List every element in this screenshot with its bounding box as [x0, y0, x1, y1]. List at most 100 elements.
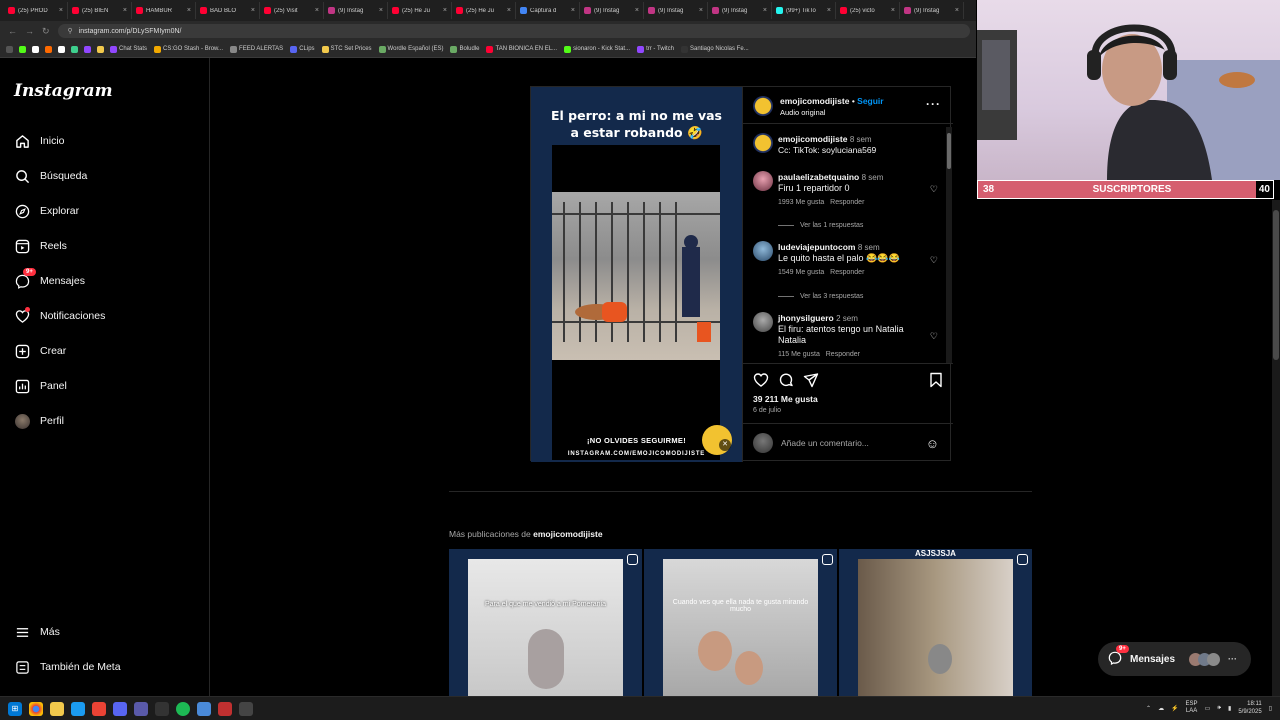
tray-icon[interactable]: ☁ — [1158, 705, 1164, 712]
messages-pill[interactable]: 9+ Mensajes ··· — [1098, 642, 1251, 676]
post-media[interactable]: El perro: a mi no me vas a estar robando… — [531, 87, 742, 462]
browser-tab[interactable]: (9) Instag × — [580, 2, 644, 19]
scrollbar-thumb[interactable] — [1273, 210, 1279, 360]
browser-tab[interactable]: (25) He Ju × — [388, 2, 452, 19]
close-icon[interactable]: × — [571, 7, 575, 14]
bookmark-icon[interactable] — [71, 45, 78, 53]
close-icon[interactable]: × — [443, 7, 447, 14]
close-icon[interactable]: × — [315, 7, 319, 14]
reload-icon[interactable]: ↻ — [42, 26, 50, 37]
reply-button[interactable]: Responder — [830, 269, 864, 276]
forward-icon[interactable]: → — [25, 26, 34, 36]
commenter-avatar[interactable] — [753, 171, 773, 191]
spotify-icon[interactable] — [176, 701, 190, 716]
windows-start-icon[interactable]: ⊞ — [8, 701, 22, 716]
chevron-up-icon[interactable]: ⌃ — [1146, 705, 1151, 712]
browser-tab[interactable]: (99+) TikTo × — [772, 2, 836, 19]
audio-label[interactable]: Audio original — [780, 107, 884, 118]
add-comment-input[interactable]: Añade un comentario... — [781, 438, 918, 448]
author-avatar[interactable] — [753, 96, 773, 116]
comment-username[interactable]: jhonysilguero — [778, 313, 834, 323]
comment-like-icon[interactable]: ♡ — [930, 184, 938, 195]
more-options-icon[interactable]: ··· — [926, 97, 941, 111]
app-icon[interactable] — [197, 701, 211, 716]
bookmark-item[interactable]: Wordle Español (ES) — [378, 45, 443, 53]
back-icon[interactable]: ← — [8, 26, 17, 36]
sidebar-item-explorar[interactable]: Explorar — [14, 201, 79, 221]
mute-icon[interactable]: ✕ — [719, 439, 731, 451]
app-icon[interactable] — [218, 701, 232, 716]
instagram-logo[interactable]: Instagram — [14, 81, 113, 101]
tray-icon[interactable]: ⚡ — [1171, 705, 1178, 712]
browser-tab[interactable]: BAD BLO × — [196, 2, 260, 19]
close-icon[interactable]: × — [507, 7, 511, 14]
close-icon[interactable]: × — [123, 7, 127, 14]
view-replies-button[interactable]: Ver las 3 respuestas — [778, 293, 863, 300]
commenter-avatar[interactable] — [753, 312, 773, 332]
bookmark-item[interactable]: CLips — [290, 45, 315, 53]
browser-tab[interactable]: Captura d × — [516, 2, 580, 19]
like-icon[interactable] — [753, 372, 769, 393]
scrollbar-thumb[interactable] — [947, 133, 951, 169]
comment-likes[interactable]: 1993 Me gusta — [778, 199, 824, 206]
sidebar-item-crear[interactable]: Crear — [14, 341, 66, 361]
close-icon[interactable]: × — [59, 7, 63, 14]
follow-button[interactable]: Seguir — [857, 96, 883, 106]
browser-tab[interactable]: (9) Instag × — [644, 2, 708, 19]
comment-username[interactable]: paulaelizabetquaino — [778, 172, 859, 182]
site-info-icon[interactable]: ⚲ — [68, 27, 73, 35]
close-icon[interactable]: × — [763, 7, 767, 14]
browser-tab[interactable]: (9) Instag × — [900, 2, 964, 19]
sidebar-item-mensajes[interactable]: 9+ Mensajes — [14, 268, 85, 291]
bookmark-item[interactable]: STC Set Prices — [321, 45, 372, 53]
bookmark-icon[interactable] — [97, 45, 104, 53]
volume-icon[interactable]: 🕪 — [1217, 705, 1221, 712]
bookmark-item[interactable]: sionaron - Kick Stat... — [564, 45, 630, 53]
discord-icon[interactable] — [113, 701, 127, 716]
app-icon[interactable] — [134, 701, 148, 716]
notifications-icon[interactable]: ▯ — [1269, 705, 1272, 712]
reply-button[interactable]: Responder — [830, 199, 864, 206]
author-username[interactable]: emojicomodijiste — [780, 96, 849, 106]
chrome-icon[interactable] — [29, 701, 43, 716]
browser-tab[interactable]: (9) Instag × — [708, 2, 772, 19]
view-replies-button[interactable]: Ver las 1 respuestas — [778, 222, 863, 229]
close-icon[interactable]: × — [251, 7, 255, 14]
browser-tab[interactable]: (25) Visit × — [260, 2, 324, 19]
comment-username[interactable]: ludeviajepuntocom — [778, 242, 855, 252]
more-posts-author[interactable]: emojicomodijiste — [533, 529, 602, 539]
more-post-thumbnail[interactable]: ASJSJSJA — [839, 549, 1032, 696]
reply-button[interactable]: Responder — [826, 351, 860, 358]
author-avatar[interactable] — [753, 133, 773, 153]
page-scrollbar[interactable] — [1272, 200, 1280, 696]
close-icon[interactable]: × — [635, 7, 639, 14]
language-indicator[interactable]: ESP LAA — [1186, 701, 1198, 715]
bookmark-item[interactable]: trr - Twitch — [637, 45, 674, 53]
bookmark-item[interactable]: Santiago Nicolas Fe... — [680, 45, 749, 53]
bookmark-icon[interactable] — [32, 45, 39, 53]
sidebar-item-notificaciones[interactable]: Notificaciones — [14, 306, 105, 326]
more-post-thumbnail[interactable]: Para el que me vendió a mi Pomerania — [449, 549, 642, 696]
close-icon[interactable]: × — [955, 7, 959, 14]
close-icon[interactable]: × — [187, 7, 191, 14]
comment-likes[interactable]: 1549 Me gusta — [778, 269, 824, 276]
app-icon[interactable] — [239, 701, 253, 716]
bookmark-icon[interactable] — [58, 45, 65, 53]
sidebar-item-reels[interactable]: Reels — [14, 236, 67, 256]
sidebar-item-inicio[interactable]: Inicio — [14, 131, 65, 151]
comment-like-icon[interactable]: ♡ — [930, 255, 938, 266]
sidebar-item-meta[interactable]: También de Meta — [14, 657, 121, 677]
bookmark-icon[interactable] — [84, 45, 91, 53]
save-icon[interactable] — [929, 372, 943, 393]
bookmark-item[interactable]: TAN BIONICA EN EL... — [486, 45, 557, 53]
app-icon[interactable] — [155, 701, 169, 716]
share-icon[interactable] — [803, 372, 819, 393]
more-post-thumbnail[interactable]: Cuando ves que ella nada te gusta mirand… — [644, 549, 837, 696]
bookmark-item[interactable]: CS:GO Stash - Brow... — [154, 45, 223, 53]
comments-scrollbar[interactable] — [946, 127, 952, 363]
video-content[interactable] — [552, 192, 720, 360]
sidebar-item-busqueda[interactable]: Búsqueda — [14, 166, 87, 186]
close-icon[interactable]: × — [891, 7, 895, 14]
sidebar-item-mas[interactable]: Más — [14, 622, 60, 642]
browser-tab[interactable]: (25) He Ju × — [452, 2, 516, 19]
